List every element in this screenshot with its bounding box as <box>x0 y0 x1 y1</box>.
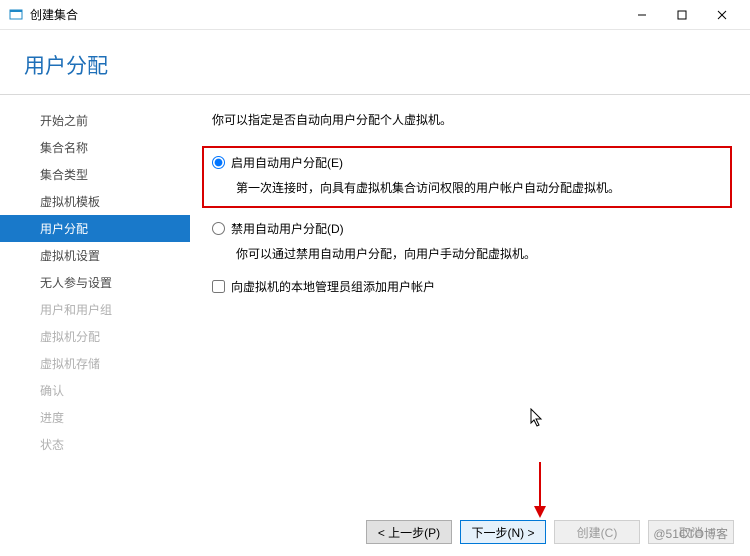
checkbox-add-admin[interactable]: 向虚拟机的本地管理员组添加用户帐户 <box>212 278 722 295</box>
sidebar-item-user-assignment[interactable]: 用户分配 <box>0 215 190 242</box>
sidebar-item-vm-storage: 虚拟机存储 <box>0 350 190 377</box>
window-title: 创建集合 <box>30 6 622 23</box>
sidebar-item-progress: 进度 <box>0 404 190 431</box>
close-button[interactable] <box>702 1 742 29</box>
prev-button[interactable]: < 上一步(P) <box>366 520 452 544</box>
sidebar-item-vm-assignment: 虚拟机分配 <box>0 323 190 350</box>
checkbox-add-admin-label: 向虚拟机的本地管理员组添加用户帐户 <box>231 278 435 295</box>
window-controls <box>622 1 742 29</box>
footer: < 上一步(P) 下一步(N) > 创建(C) 取消 <box>366 520 734 544</box>
maximize-button[interactable] <box>662 1 702 29</box>
annotation-arrow-icon <box>530 460 550 520</box>
sidebar-item-collection-name[interactable]: 集合名称 <box>0 134 190 161</box>
radio-enable-auto-assign[interactable]: 启用自动用户分配(E) <box>212 154 722 171</box>
next-button[interactable]: 下一步(N) > <box>460 520 546 544</box>
sidebar-item-unattended-settings[interactable]: 无人参与设置 <box>0 269 190 296</box>
cancel-button: 取消 <box>648 520 734 544</box>
disable-desc: 你可以通过禁用自动用户分配，向用户手动分配虚拟机。 <box>212 245 722 262</box>
page-title: 用户分配 <box>24 50 750 80</box>
create-button: 创建(C) <box>554 520 640 544</box>
sidebar-item-vm-template[interactable]: 虚拟机模板 <box>0 188 190 215</box>
option-admin-checkbox: 向虚拟机的本地管理员组添加用户帐户 <box>212 278 722 295</box>
radio-disable-auto-assign[interactable]: 禁用自动用户分配(D) <box>212 220 722 237</box>
radio-enable-label: 启用自动用户分配(E) <box>231 154 343 171</box>
intro-text: 你可以指定是否自动向用户分配个人虚拟机。 <box>212 111 722 128</box>
sidebar-item-users-groups: 用户和用户组 <box>0 296 190 323</box>
sidebar-item-vm-settings[interactable]: 虚拟机设置 <box>0 242 190 269</box>
enable-desc: 第一次连接时，向具有虚拟机集合访问权限的用户帐户自动分配虚拟机。 <box>212 179 722 196</box>
app-icon <box>8 7 24 23</box>
sidebar-item-collection-type[interactable]: 集合类型 <box>0 161 190 188</box>
sidebar-item-before-start[interactable]: 开始之前 <box>0 107 190 134</box>
option-disable-auto-assign: 禁用自动用户分配(D) 你可以通过禁用自动用户分配，向用户手动分配虚拟机。 <box>212 220 722 262</box>
sidebar-item-status: 状态 <box>0 431 190 458</box>
option-enable-auto-assign: 启用自动用户分配(E) 第一次连接时，向具有虚拟机集合访问权限的用户帐户自动分配… <box>202 146 732 208</box>
radio-disable-input[interactable] <box>212 222 225 235</box>
checkbox-add-admin-input[interactable] <box>212 280 225 293</box>
main-panel: 你可以指定是否自动向用户分配个人虚拟机。 启用自动用户分配(E) 第一次连接时，… <box>190 101 750 458</box>
titlebar: 创建集合 <box>0 0 750 30</box>
header: 用户分配 <box>0 30 750 94</box>
sidebar-item-confirm: 确认 <box>0 377 190 404</box>
sidebar: 开始之前 集合名称 集合类型 虚拟机模板 用户分配 虚拟机设置 无人参与设置 用… <box>0 101 190 458</box>
radio-enable-input[interactable] <box>212 156 225 169</box>
radio-disable-label: 禁用自动用户分配(D) <box>231 220 344 237</box>
minimize-button[interactable] <box>622 1 662 29</box>
content: 开始之前 集合名称 集合类型 虚拟机模板 用户分配 虚拟机设置 无人参与设置 用… <box>0 95 750 458</box>
